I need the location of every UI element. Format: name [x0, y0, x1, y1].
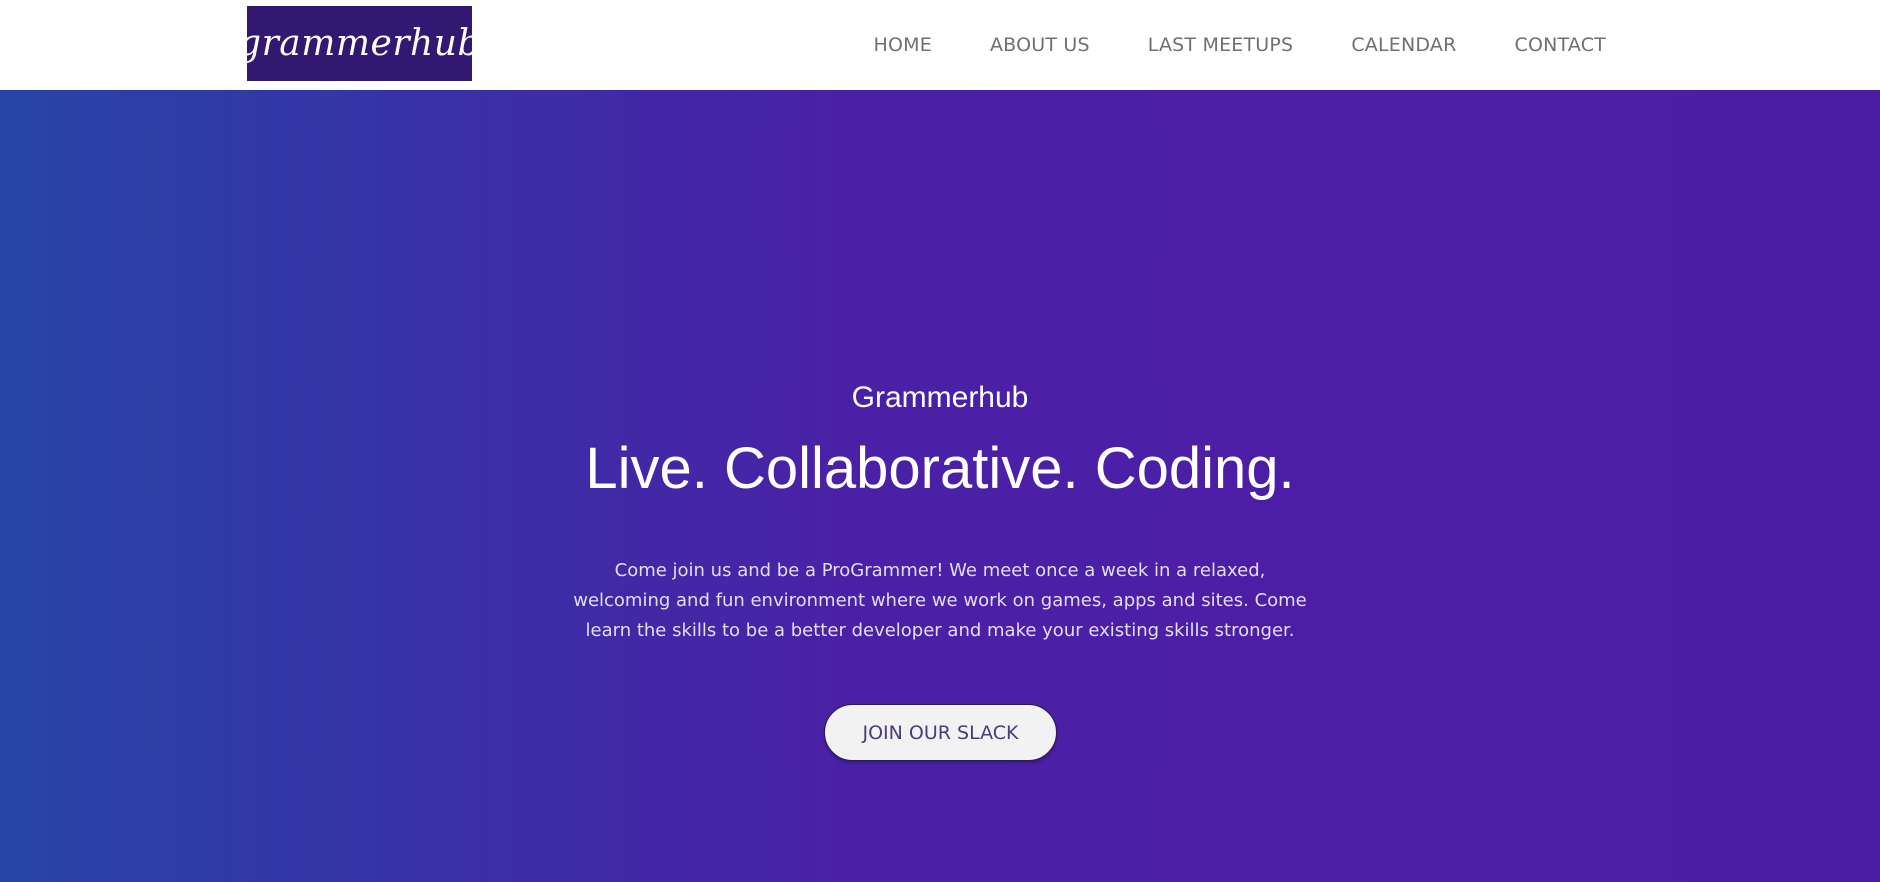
hero-section: Grammerhub Live. Collaborative. Coding. … [0, 90, 1880, 882]
hero-title: Live. Collaborative. Coding. [585, 436, 1295, 501]
hero-description: Come join us and be a ProGrammer! We mee… [573, 560, 1307, 641]
hero-subtitle: Grammerhub [851, 381, 1029, 414]
nav-link-contact[interactable]: CONTACT [1514, 34, 1606, 56]
main-nav: HOME ABOUT US LAST MEETUPS CALENDAR CONT… [874, 0, 1606, 90]
site-logo[interactable]: {grammerhub} [215, 6, 504, 81]
join-slack-button[interactable]: JOIN OUR SLACK [824, 704, 1057, 761]
nav-link-last-meetups[interactable]: LAST MEETUPS [1148, 34, 1294, 56]
nav-link-home[interactable]: HOME [874, 34, 932, 56]
nav-link-calendar[interactable]: CALENDAR [1351, 34, 1456, 56]
navbar: {grammerhub} HOME ABOUT US LAST MEETUPS … [0, 0, 1880, 90]
nav-link-about-us[interactable]: ABOUT US [990, 34, 1090, 56]
